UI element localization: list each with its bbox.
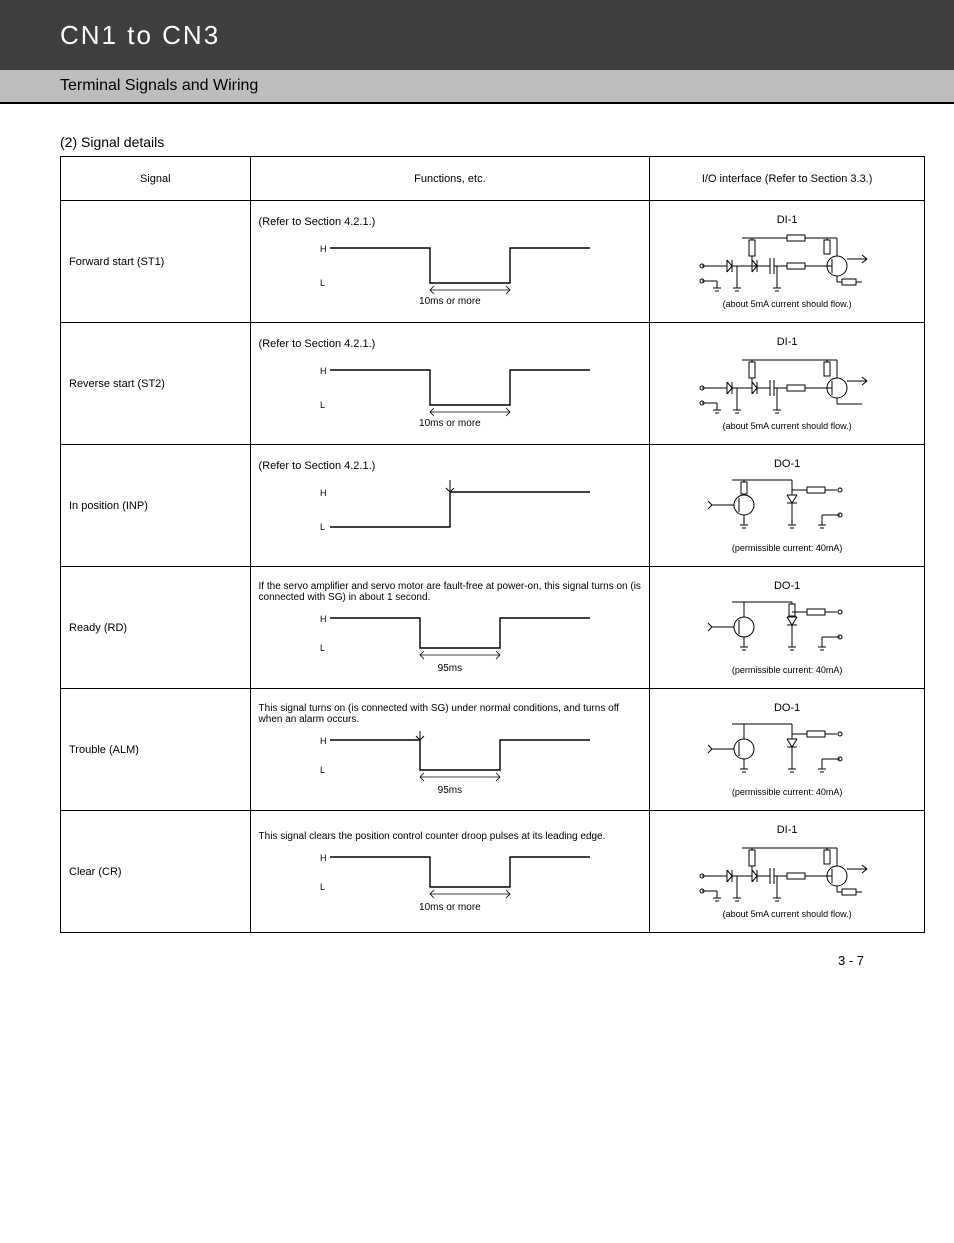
io-note: (about 5mA current should flow.) — [658, 421, 916, 431]
wave-label: 10ms or more — [259, 296, 642, 307]
circuit-di1-icon — [692, 836, 882, 906]
io-cell: DO-1 (permis — [650, 445, 925, 567]
svg-text:L: L — [320, 765, 325, 775]
sub-band: Terminal Signals and Wiring — [0, 70, 954, 104]
header-title: CN1 to CN3 — [60, 20, 220, 51]
svg-text:H: H — [320, 853, 327, 863]
table-row: Clear (CR) This signal clears the positi… — [61, 811, 925, 933]
circuit-do1-icon — [702, 470, 872, 540]
sub-band-title: Terminal Signals and Wiring — [60, 77, 258, 95]
signal-name: Clear (CR) — [61, 811, 251, 933]
function-cell: (Refer to Section 4.2.1.) H L 10ms or mo… — [250, 201, 650, 323]
table-row: Trouble (ALM) This signal turns on (is c… — [61, 689, 925, 811]
circuit-di1-icon — [692, 226, 882, 296]
svg-text:H: H — [320, 614, 327, 624]
signal-name: Forward start (ST1) — [61, 201, 251, 323]
spec-table: Signal Functions, etc. I/O interface (Re… — [60, 156, 925, 933]
io-cell: DI-1 — [650, 323, 925, 445]
wave-label: 95ms — [259, 785, 642, 796]
io-cell: DO-1 (permis — [650, 689, 925, 811]
function-desc: This signal turns on (is connected with … — [259, 703, 642, 725]
svg-text:L: L — [320, 643, 325, 653]
io-note: (permissible current: 40mA) — [658, 543, 916, 553]
signal-name: Trouble (ALM) — [61, 689, 251, 811]
io-note: (permissible current: 40mA) — [658, 787, 916, 797]
io-title: DI-1 — [658, 824, 916, 836]
io-title: DO-1 — [658, 458, 916, 470]
circuit-do1-icon — [702, 592, 872, 662]
function-ref: (Refer to Section 4.2.1.) — [259, 338, 642, 350]
io-note: (permissible current: 40mA) — [658, 665, 916, 675]
svg-text:L: L — [320, 400, 325, 410]
io-title: DO-1 — [658, 702, 916, 714]
signal-name: Ready (RD) — [61, 567, 251, 689]
function-desc: If the servo amplifier and servo motor a… — [259, 581, 642, 603]
svg-text:L: L — [320, 882, 325, 892]
function-desc: This signal clears the position control … — [259, 831, 642, 842]
function-ref: (Refer to Section 4.2.1.) — [259, 216, 642, 228]
signal-name: Reverse start (ST2) — [61, 323, 251, 445]
wave-label: 10ms or more — [259, 418, 642, 429]
io-cell: DI-1 — [650, 811, 925, 933]
function-cell: If the servo amplifier and servo motor a… — [250, 567, 650, 689]
circuit-di1-icon — [692, 348, 882, 418]
col-signal: Signal — [61, 157, 251, 201]
header-band: CN1 to CN3 — [0, 0, 954, 70]
io-title: DI-1 — [658, 336, 916, 348]
io-title: DO-1 — [658, 580, 916, 592]
function-cell: (Refer to Section 4.2.1.) H L — [250, 445, 650, 567]
table-row: Ready (RD) If the servo amplifier and se… — [61, 567, 925, 689]
function-cell: (Refer to Section 4.2.1.) H L 10ms or mo… — [250, 323, 650, 445]
svg-text:H: H — [320, 488, 327, 498]
col-functions: Functions, etc. — [250, 157, 650, 201]
svg-text:L: L — [320, 278, 325, 288]
table-row: In position (INP) (Refer to Section 4.2.… — [61, 445, 925, 567]
signal-name: In position (INP) — [61, 445, 251, 567]
col-io: I/O interface (Refer to Section 3.3.) — [650, 157, 925, 201]
io-note: (about 5mA current should flow.) — [658, 909, 916, 919]
wave-label: 10ms or more — [259, 902, 642, 913]
io-title: DI-1 — [658, 214, 916, 226]
io-cell: DO-1 (permis — [650, 567, 925, 689]
function-cell: This signal turns on (is connected with … — [250, 689, 650, 811]
svg-text:H: H — [320, 736, 327, 746]
table-title: (2) Signal details — [60, 134, 924, 150]
table-row: Reverse start (ST2) (Refer to Section 4.… — [61, 323, 925, 445]
svg-text:L: L — [320, 522, 325, 532]
wave-label: 95ms — [259, 663, 642, 674]
table-row: Forward start (ST1) (Refer to Section 4.… — [61, 201, 925, 323]
page-number: 3 - 7 — [60, 953, 924, 968]
svg-text:H: H — [320, 366, 327, 376]
circuit-do1-icon — [702, 714, 872, 784]
svg-text:H: H — [320, 244, 327, 254]
function-ref: (Refer to Section 4.2.1.) — [259, 460, 642, 472]
io-cell: DI-1 — [650, 201, 925, 323]
function-cell: This signal clears the position control … — [250, 811, 650, 933]
io-note: (about 5mA current should flow.) — [658, 299, 916, 309]
waveform-step-icon: H L — [300, 472, 600, 552]
